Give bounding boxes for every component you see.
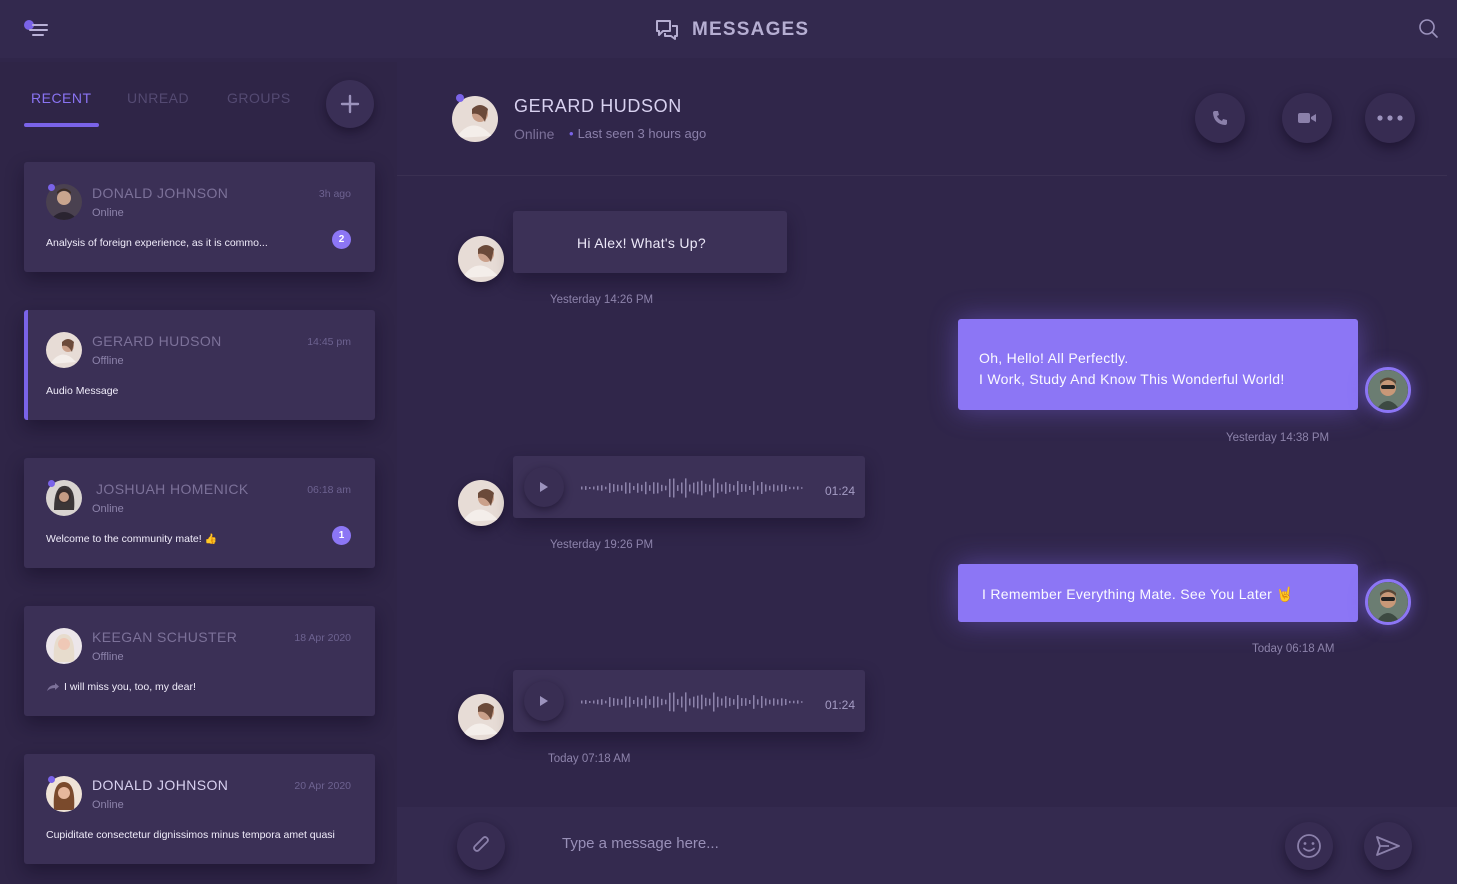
audio-waveform — [581, 478, 803, 498]
avatar — [46, 628, 82, 664]
chat-bubbles-icon — [656, 20, 678, 40]
avatar — [1365, 367, 1411, 413]
conversation-card[interactable]: GERARD HUDSON Offline 14:45 pm Audio Mes… — [24, 310, 375, 420]
play-button[interactable] — [524, 681, 564, 721]
avatar — [1365, 579, 1411, 625]
menu-toggle-icon[interactable] — [22, 18, 50, 40]
message-preview: I will miss you, too, my dear! — [46, 681, 196, 693]
online-indicator — [48, 776, 55, 783]
tab-groups[interactable]: GROUPS — [227, 90, 291, 106]
more-options-button[interactable] — [1365, 93, 1415, 143]
audio-message: 01:24 — [513, 456, 865, 518]
outgoing-message: I Remember Everything Mate. See You Late… — [958, 564, 1358, 622]
message-text: I Remember Everything Mate. See You Late… — [982, 586, 1295, 602]
message-text: Hi Alex! What's Up? — [577, 235, 706, 251]
message-preview: Analysis of foreign experience, as it is… — [46, 237, 268, 249]
search-icon[interactable] — [1416, 16, 1440, 40]
plus-icon — [340, 94, 360, 114]
audio-message: 01:24 — [513, 670, 865, 732]
app-title: MESSAGES — [654, 16, 809, 44]
conversation-card[interactable]: JOSHUAH HOMENICK Online 06:18 am Welcome… — [24, 458, 375, 568]
message-input[interactable]: Type a message here... — [562, 835, 719, 852]
avatar — [458, 480, 504, 526]
paperclip-icon — [473, 836, 489, 852]
contact-name: DONALD JOHNSON — [92, 185, 229, 201]
messages-app: MESSAGES RECENT UNREAD GROUPS DONALD JOH… — [0, 0, 1457, 884]
smiley-icon — [1297, 834, 1321, 858]
new-conversation-button[interactable] — [326, 80, 374, 128]
contact-status: Online — [92, 207, 124, 219]
unread-badge: 2 — [332, 230, 351, 249]
message-time: 18 Apr 2020 — [294, 632, 351, 644]
online-indicator — [48, 480, 55, 487]
avatar — [452, 96, 498, 142]
incoming-message: Hi Alex! What's Up? — [513, 211, 787, 273]
message-timestamp: Today 06:18 AM — [1252, 643, 1335, 655]
message-timestamp: Today 07:18 AM — [548, 753, 631, 765]
message-timestamp: Yesterday 19:26 PM — [550, 539, 654, 551]
message-time: 06:18 am — [307, 484, 351, 496]
online-indicator — [456, 94, 464, 102]
contact-status: Online — [92, 799, 124, 811]
avatar — [46, 332, 82, 368]
last-seen: • Last seen 3 hours ago — [569, 126, 707, 141]
play-button[interactable] — [524, 467, 564, 507]
contact-status: Online — [92, 503, 124, 515]
tab-unread[interactable]: UNREAD — [127, 90, 189, 106]
video-camera-icon — [1298, 113, 1316, 123]
message-composer: Type a message here... — [397, 807, 1457, 884]
avatar — [458, 236, 504, 282]
video-call-button[interactable] — [1282, 93, 1332, 143]
phone-icon — [1213, 111, 1227, 125]
play-icon — [540, 696, 548, 706]
contact-name: KEEGAN SCHUSTER — [92, 629, 238, 645]
audio-waveform — [581, 692, 803, 712]
attach-button[interactable] — [457, 822, 505, 870]
conversation-card[interactable]: KEEGAN SCHUSTER Offline 18 Apr 2020 I wi… — [24, 606, 375, 716]
tab-recent[interactable]: RECENT — [31, 90, 92, 106]
message-time: 3h ago — [318, 188, 351, 200]
play-icon — [540, 482, 548, 492]
send-icon — [1376, 836, 1400, 856]
contact-name: GERARD HUDSON — [92, 333, 222, 349]
online-indicator — [48, 184, 55, 191]
more-dots-icon — [1377, 115, 1403, 121]
chat-header: GERARD HUDSON Online • Last seen 3 hours … — [397, 62, 1447, 176]
contact-status: Offline — [92, 355, 124, 367]
audio-duration: 01:24 — [825, 484, 856, 498]
unread-badge: 1 — [332, 526, 351, 545]
contact-name: JOSHUAH HOMENICK — [96, 481, 249, 497]
audio-duration: 01:24 — [825, 698, 856, 712]
message-text: Oh, Hello! All Perfectly. I Work, Study … — [979, 350, 1285, 387]
top-bar: MESSAGES — [0, 0, 1457, 58]
thumbs-up-icon: 👍 — [204, 534, 217, 545]
message-time: 20 Apr 2020 — [294, 780, 351, 792]
message-timestamp: Yesterday 14:26 PM — [550, 294, 654, 306]
contact-name: DONALD JOHNSON — [92, 777, 229, 793]
message-timestamp: Yesterday 14:38 PM — [1226, 432, 1330, 444]
call-button[interactable] — [1195, 93, 1245, 143]
outgoing-message: Oh, Hello! All Perfectly. I Work, Study … — [958, 319, 1358, 410]
contact-status: Online — [514, 126, 555, 142]
avatar — [458, 694, 504, 740]
message-preview: Welcome to the community mate! 👍 — [46, 533, 217, 545]
send-button[interactable] — [1364, 822, 1412, 870]
contact-status: Offline — [92, 651, 124, 663]
active-tab-indicator — [24, 123, 99, 127]
hand-emoji-icon: 🤘 — [1276, 586, 1295, 602]
forward-icon — [47, 683, 59, 692]
emoji-button[interactable] — [1285, 822, 1333, 870]
chat-panel: GERARD HUDSON Online • Last seen 3 hours … — [397, 62, 1457, 884]
conversations-sidebar: RECENT UNREAD GROUPS DONALD JOHNSON Onli… — [0, 62, 397, 884]
contact-name: GERARD HUDSON — [514, 96, 682, 116]
page-title: MESSAGES — [692, 19, 810, 40]
message-time: 14:45 pm — [307, 336, 351, 348]
message-preview: Cupiditate consectetur dignissimos minus… — [46, 829, 335, 841]
conversation-card[interactable]: DONALD JOHNSON Online 20 Apr 2020 Cupidi… — [24, 754, 375, 864]
message-preview: Audio Message — [46, 385, 119, 397]
conversation-card[interactable]: DONALD JOHNSON Online 3h ago Analysis of… — [24, 162, 375, 272]
